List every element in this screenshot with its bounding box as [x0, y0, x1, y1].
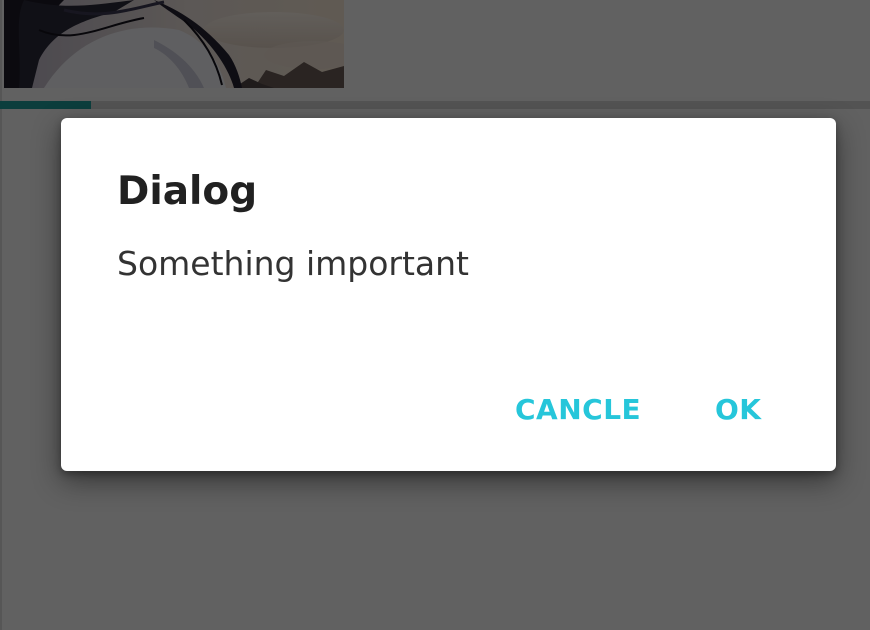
alert-dialog: Dialog Something important CANCLE OK — [61, 118, 836, 471]
dialog-title: Dialog — [117, 169, 258, 214]
app-screen: Dialog Something important CANCLE OK — [0, 0, 870, 630]
ok-button[interactable]: OK — [707, 384, 770, 436]
dialog-message: Something important — [117, 244, 469, 283]
cancel-button[interactable]: CANCLE — [507, 384, 649, 436]
